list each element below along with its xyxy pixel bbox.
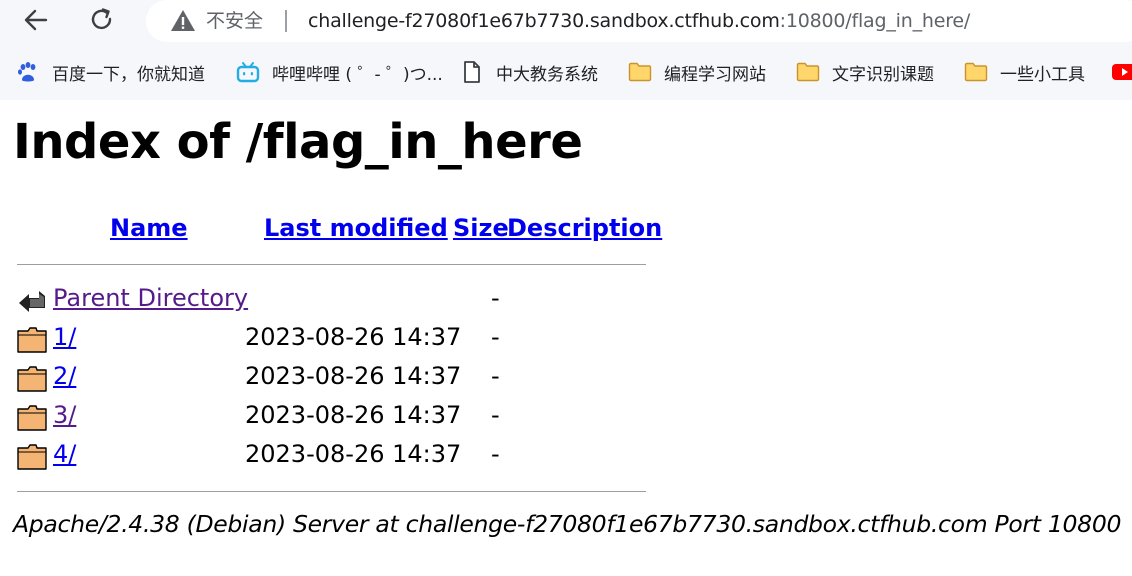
bookmark-label: 百度一下，你就知道 — [52, 64, 205, 85]
back-arrow-icon — [24, 9, 48, 31]
listing-header: Name Last modified Size Description — [17, 210, 662, 250]
table-row: 1/ 2023-08-26 14:37 - — [17, 321, 647, 357]
folder-icon — [17, 405, 47, 431]
bookmark-label: 哔哩哔哩 ( ゜- ゜)つ... — [272, 64, 443, 85]
omnibox-divider — [285, 10, 287, 32]
bookmarks-bar: 百度一下，你就知道 哔哩哔哩 ( ゜- ゜)つ... 中大教务系统 编程学习网站… — [0, 52, 1132, 92]
baidu-paw-icon — [16, 61, 40, 83]
address-bar[interactable]: 不安全 challenge-f27080f1e67b7730.sandbox.c… — [146, 0, 1132, 42]
bookmark-label: 一些小工具 — [1000, 64, 1085, 85]
bookmark-folder-tools[interactable]: 一些小工具 — [964, 58, 1085, 86]
bookmark-folder-programming[interactable]: 编程学习网站 — [628, 58, 766, 86]
size-cell: - — [491, 284, 500, 312]
folder-icon — [628, 61, 652, 83]
last-modified-cell: 2023-08-26 14:37 — [245, 401, 462, 429]
browser-chrome: 不安全 challenge-f27080f1e67b7730.sandbox.c… — [0, 0, 1132, 100]
last-modified-cell: 2023-08-26 14:37 — [245, 362, 462, 390]
page-title: Index of /flag_in_here — [13, 114, 583, 170]
bookmark-sysu-jwxt[interactable]: 中大教务系统 — [460, 58, 598, 86]
security-status-label[interactable]: 不安全 — [206, 8, 263, 34]
folder-link[interactable]: 1/ — [53, 323, 76, 351]
bookmark-bilibili[interactable]: 哔哩哔哩 ( ゜- ゜)つ... — [236, 58, 443, 86]
size-cell: - — [491, 323, 500, 351]
last-modified-cell: 2023-08-26 14:37 — [245, 440, 462, 468]
bookmark-youtube[interactable] — [1112, 58, 1132, 86]
reload-button[interactable] — [84, 2, 120, 38]
reload-icon — [91, 8, 112, 30]
header-divider — [17, 264, 646, 265]
table-row: 2/ 2023-08-26 14:37 - — [17, 360, 647, 396]
bookmark-label: 文字识别课题 — [832, 64, 934, 85]
bookmark-baidu[interactable]: 百度一下，你就知道 — [16, 58, 205, 86]
folder-icon — [964, 61, 988, 83]
server-signature: Apache/2.4.38 (Debian) Server at challen… — [13, 510, 1122, 538]
size-cell: - — [491, 440, 500, 468]
sort-by-description-link[interactable]: Description — [507, 214, 662, 242]
footer-divider — [17, 491, 646, 492]
bookmark-label: 中大教务系统 — [496, 64, 598, 85]
folder-link[interactable]: 4/ — [53, 440, 76, 468]
url-path: :10800/flag_in_here/ — [779, 10, 971, 32]
folder-link[interactable]: 2/ — [53, 362, 76, 390]
table-row: 4/ 2023-08-26 14:37 - — [17, 438, 647, 474]
size-cell: - — [491, 401, 500, 429]
page-content: Index of /flag_in_here Name Last modifie… — [0, 100, 1132, 576]
bookmark-folder-ocr[interactable]: 文字识别课题 — [796, 58, 934, 86]
folder-icon — [17, 327, 47, 353]
back-button[interactable] — [18, 2, 54, 38]
size-cell: - — [491, 362, 500, 390]
back-arrow-icon — [19, 291, 45, 312]
table-row: Parent Directory - — [17, 282, 647, 318]
folder-icon — [17, 366, 47, 392]
page-icon — [460, 61, 484, 83]
table-row: 3/ 2023-08-26 14:37 - — [17, 399, 647, 435]
last-modified-cell: 2023-08-26 14:37 — [245, 323, 462, 351]
url-host: challenge-f27080f1e67b7730.sandbox.ctfhu… — [308, 10, 780, 32]
folder-icon — [17, 444, 47, 470]
not-secure-warning-icon[interactable] — [170, 8, 196, 34]
folder-icon — [796, 61, 820, 83]
folder-link[interactable]: 3/ — [53, 401, 76, 429]
bookmark-label: 编程学习网站 — [664, 64, 766, 85]
url-text[interactable]: challenge-f27080f1e67b7730.sandbox.ctfhu… — [308, 8, 970, 34]
sort-by-size-link[interactable]: Size — [453, 214, 509, 242]
sort-by-last-modified-link[interactable]: Last modified — [264, 214, 448, 242]
parent-directory-link[interactable]: Parent Directory — [53, 284, 248, 312]
bilibili-tv-icon — [236, 61, 260, 83]
youtube-icon — [1112, 61, 1132, 83]
sort-by-name-link[interactable]: Name — [110, 214, 188, 242]
